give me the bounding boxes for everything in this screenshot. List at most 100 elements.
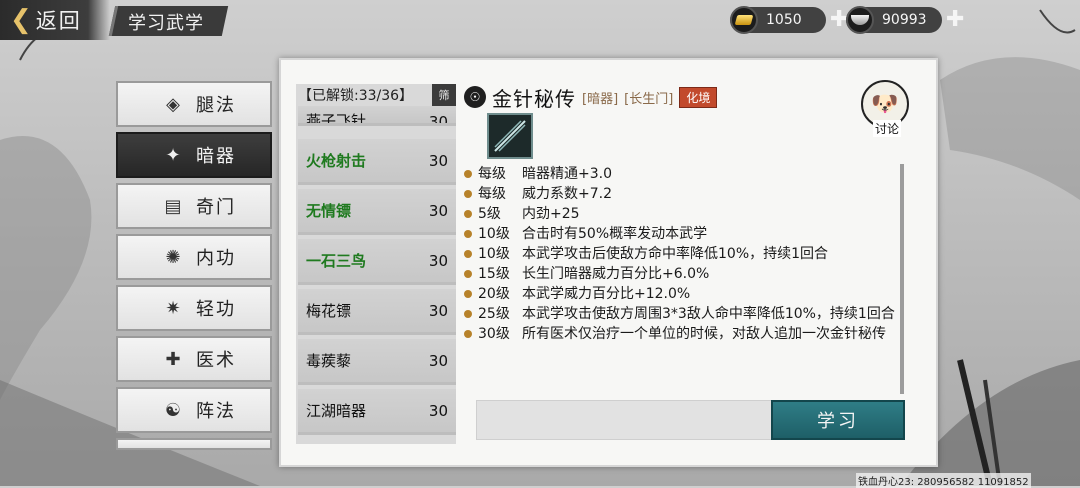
page-title: 学习武学	[128, 13, 204, 34]
skill-level: 30	[428, 301, 448, 320]
effect-text: 威力系数+7.2	[522, 186, 612, 202]
gold-bar-icon	[730, 6, 758, 34]
silver-pill: 90993	[846, 6, 942, 34]
effect-text: 内劲+25	[522, 206, 580, 222]
shuriken-icon: ✦	[165, 144, 181, 166]
bullet-icon	[464, 250, 472, 258]
effect-item: 10级 合击时有50%概率发动本武学	[464, 224, 896, 244]
add-silver-icon[interactable]: ✚	[946, 9, 964, 31]
effect-item: 30级 所有医术仅治疗一个单位的时候，对敌人追加一次金针秘传	[464, 324, 896, 344]
tab-label: 医术	[196, 350, 236, 371]
skill-level: 30	[428, 151, 448, 170]
effect-text: 暗器精通+3.0	[522, 166, 612, 182]
skill-level: 30	[428, 351, 448, 370]
list-item[interactable]: 燕子飞针 30	[298, 106, 456, 126]
effect-item: 25级 本武学攻击使敌方周围3*3敌人命中率降低10%，持续1回合	[464, 304, 896, 324]
bullet-icon	[464, 270, 472, 278]
effects-scrollbar-thumb[interactable]	[900, 164, 904, 394]
effect-item: 15级 长生门暗器威力百分比+6.0%	[464, 264, 896, 284]
tab-lightness[interactable]: ✷ 轻功	[116, 285, 272, 331]
tab-qimen[interactable]: ▤ 奇门	[116, 183, 272, 229]
effect-item: 每级 暗器精通+3.0	[464, 164, 896, 184]
discuss-button[interactable]: 🐶 讨论	[857, 80, 913, 137]
back-label: 返回	[35, 9, 82, 33]
silver-currency: 90993 ✚	[846, 6, 964, 34]
tab-kick[interactable]: ◈ 腿法	[116, 81, 272, 127]
tab-label: 腿法	[196, 95, 236, 116]
list-item[interactable]: 江湖暗器 30	[298, 389, 456, 435]
martial-art-icon: ☉	[464, 86, 486, 108]
skill-name: 一石三鸟	[306, 252, 367, 270]
effect-level: 30级	[478, 326, 510, 342]
effect-text: 合击时有50%概率发动本武学	[522, 226, 708, 242]
list-item[interactable]: 一石三鸟 30	[298, 239, 456, 285]
bullet-icon	[464, 230, 472, 238]
filter-button[interactable]: 筛	[432, 84, 456, 106]
chevron-left-icon: ❮	[10, 5, 32, 35]
meditation-icon: ✺	[165, 246, 181, 268]
gold-pill: 1050	[730, 6, 826, 34]
list-item[interactable]: 梅花镖 30	[298, 289, 456, 335]
skill-level: 30	[428, 201, 448, 220]
scroll-icon: ▤	[164, 195, 182, 217]
learn-button[interactable]: 学习	[771, 400, 905, 440]
bullet-icon	[464, 170, 472, 178]
bullet-icon	[464, 310, 472, 318]
medicine-icon: ✚	[165, 348, 181, 370]
gold-value: 1050	[766, 12, 802, 28]
effect-level: 20级	[478, 286, 510, 302]
unlock-count: 【已解锁:33/36】	[298, 88, 414, 104]
skill-level: 30	[428, 113, 448, 126]
skill-sect-tag: [长生门]	[624, 91, 674, 107]
skill-name: 火枪射击	[306, 152, 367, 170]
effect-text: 本武学攻击使敌方周围3*3敌人命中率降低10%，持续1回合	[522, 306, 895, 322]
kick-icon: ◈	[166, 93, 180, 115]
list-item[interactable]: 火枪射击 30	[298, 139, 456, 185]
gold-currency: 1050 ✚	[730, 6, 848, 34]
tab-label: 轻功	[196, 299, 236, 320]
tab-medicine[interactable]: ✚ 医术	[116, 336, 272, 382]
skill-name: 燕子飞针	[306, 112, 367, 126]
back-button[interactable]: ❮ 返回	[0, 0, 110, 40]
bullet-icon	[464, 190, 472, 198]
skill-name: 江湖暗器	[306, 402, 367, 420]
silver-value: 90993	[882, 12, 927, 28]
bullet-icon	[464, 210, 472, 218]
top-bar: ❮ 返回 学习武学 1050 ✚ 90993 ✚	[0, 0, 1080, 44]
effect-level: 10级	[478, 246, 510, 262]
list-item[interactable]: 毒蒺藜 30	[298, 339, 456, 385]
silver-ingot-icon	[846, 6, 874, 34]
effect-text: 长生门暗器威力百分比+6.0%	[522, 266, 710, 282]
effect-level: 10级	[478, 226, 510, 242]
tab-internal[interactable]: ✺ 内功	[116, 234, 272, 280]
skill-name: 无情镖	[306, 202, 352, 220]
effect-text: 所有医术仅治疗一个单位的时候，对敌人追加一次金针秘传	[522, 326, 886, 342]
tab-partial	[116, 438, 272, 450]
tab-label: 暗器	[196, 146, 236, 167]
effect-level: 每级	[478, 186, 506, 202]
tab-formation[interactable]: ☯ 阵法	[116, 387, 272, 433]
effect-level: 每级	[478, 166, 506, 182]
tab-hidden-weapon[interactable]: ✦ 暗器	[116, 132, 272, 178]
bullet-icon	[464, 330, 472, 338]
tab-label: 内功	[196, 248, 236, 269]
discuss-label: 讨论	[873, 120, 902, 137]
tab-label: 奇门	[196, 197, 236, 218]
effects-list: 每级 暗器精通+3.0 每级 威力系数+7.2 5级 内劲+25 10级 合击时有50%…	[464, 164, 896, 344]
tab-label: 阵法	[196, 401, 236, 422]
skill-name: 梅花镖	[306, 302, 352, 320]
effect-text: 本武学威力百分比+12.0%	[522, 286, 691, 302]
effect-item: 10级 本武学攻击后使敌方命中率降低10%，持续1回合	[464, 244, 896, 264]
skill-level: 30	[428, 401, 448, 420]
skill-header: ☉ 金针秘传 [暗器] [长生门] 化境	[464, 84, 718, 111]
bullet-icon	[464, 290, 472, 298]
effect-level: 5级	[478, 206, 501, 222]
taiji-icon: ☯	[164, 399, 182, 421]
running-icon: ✷	[165, 297, 181, 319]
bottom-bar-area	[476, 400, 774, 440]
skill-level: 30	[428, 251, 448, 270]
skill-realm-tag: 化境	[679, 86, 718, 108]
skill-title: 金针秘传	[492, 86, 576, 111]
list-item[interactable]: 无情镖 30	[298, 189, 456, 235]
effect-item: 5级 内劲+25	[464, 204, 896, 224]
